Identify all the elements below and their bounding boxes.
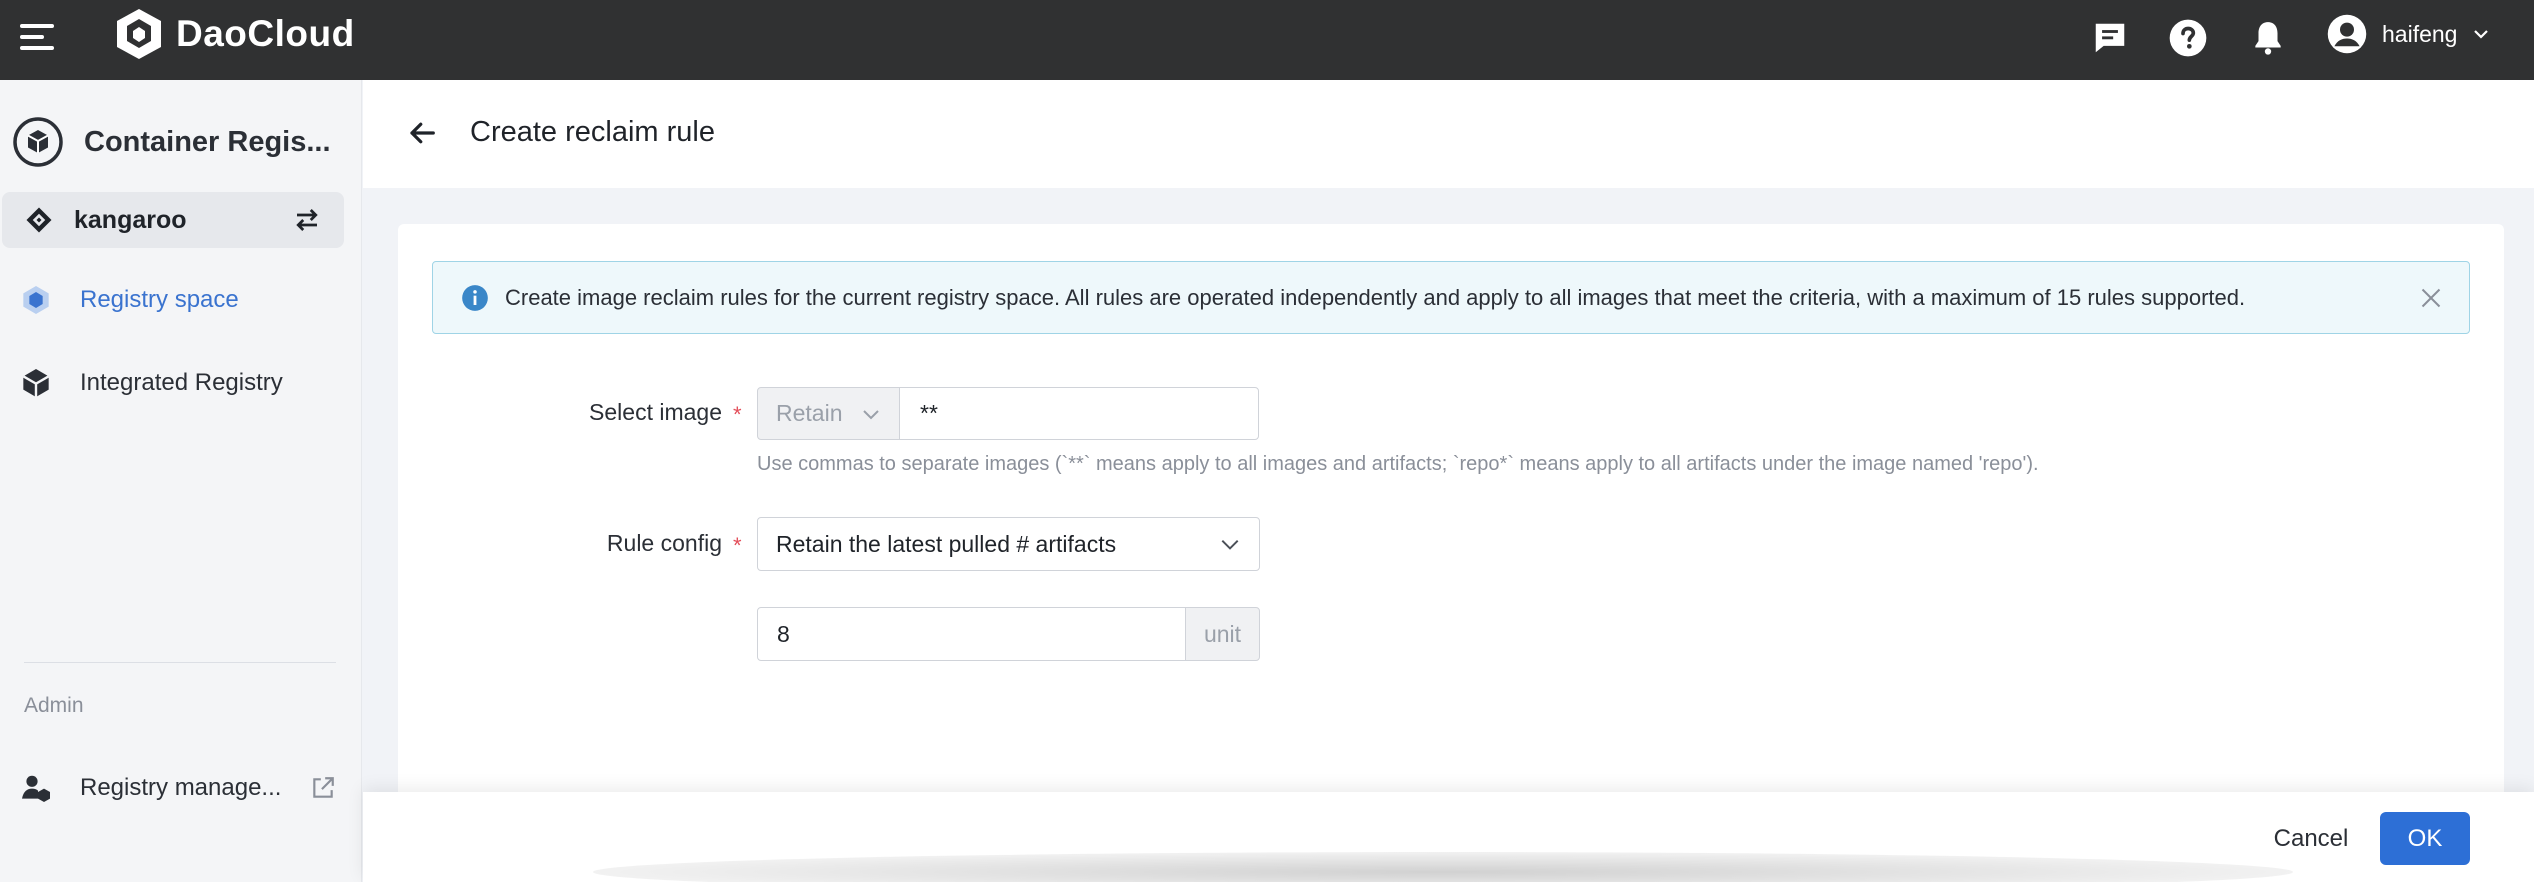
workspace-name: kangaroo bbox=[74, 205, 187, 234]
sidebar-item-label: Integrated Registry bbox=[80, 369, 283, 396]
retain-mode-value: Retain bbox=[776, 400, 843, 426]
ok-button[interactable]: OK bbox=[2380, 812, 2470, 865]
cancel-button[interactable]: Cancel bbox=[2251, 812, 2371, 865]
module-title-text: Container Regis... bbox=[84, 125, 331, 158]
registry-space-icon bbox=[23, 286, 49, 314]
footer-shadow bbox=[593, 852, 2293, 882]
chevron-down-icon bbox=[2474, 30, 2489, 39]
footer-bar: Cancel OK bbox=[363, 792, 2534, 882]
workspace-icon bbox=[26, 207, 52, 233]
avatar-icon bbox=[2327, 14, 2367, 54]
page-header: Create reclaim rule bbox=[363, 80, 2534, 188]
sidebar-divider bbox=[24, 662, 336, 663]
brand-name: DaoCloud bbox=[176, 13, 355, 54]
sidebar-item-label: Registry manage... bbox=[80, 774, 282, 801]
rule-config-value: Retain the latest pulled # artifacts bbox=[776, 530, 1117, 557]
page-title: Create reclaim rule bbox=[470, 116, 715, 148]
rule-config-label: Rule config bbox=[606, 530, 722, 556]
info-alert: Create image reclaim rules for the curre… bbox=[432, 261, 2470, 334]
count-unit-addon: unit bbox=[1185, 607, 1260, 661]
switch-icon[interactable] bbox=[292, 205, 322, 235]
user-menu[interactable]: haifeng bbox=[2326, 12, 2491, 56]
chevron-down-icon bbox=[1221, 539, 1239, 550]
chevron-down-icon bbox=[863, 409, 879, 419]
required-mark: * bbox=[733, 533, 742, 558]
required-mark: * bbox=[733, 402, 742, 427]
close-icon[interactable] bbox=[2419, 286, 2443, 310]
help-icon[interactable] bbox=[2166, 16, 2210, 60]
sidebar-item-label: Registry space bbox=[80, 286, 239, 313]
form-card: Create image reclaim rules for the curre… bbox=[398, 224, 2504, 844]
message-icon[interactable] bbox=[2088, 16, 2132, 60]
sidebar-item-integrated-registry[interactable]: Integrated Registry bbox=[20, 355, 340, 411]
rule-config-select[interactable]: Retain the latest pulled # artifacts bbox=[757, 517, 1260, 571]
external-link-icon bbox=[313, 777, 334, 798]
image-pattern-input[interactable] bbox=[899, 387, 1259, 440]
workspace-selector[interactable]: kangaroo bbox=[2, 192, 344, 248]
sidebar-item-registry-space[interactable]: Registry space bbox=[20, 272, 340, 328]
container-registry-icon bbox=[13, 117, 63, 167]
retain-mode-select[interactable]: Retain bbox=[757, 387, 900, 440]
count-input[interactable] bbox=[757, 607, 1186, 661]
module-title: Container Regis... bbox=[12, 114, 331, 170]
sidebar: Container Regis... kangaroo Registry spa… bbox=[0, 80, 362, 882]
user-name: haifeng bbox=[2382, 20, 2458, 47]
integrated-registry-icon bbox=[22, 369, 50, 397]
select-image-hint: Use commas to separate images (`**` mean… bbox=[757, 453, 2039, 475]
admin-section-label: Admin bbox=[24, 694, 84, 717]
back-arrow-icon[interactable] bbox=[407, 118, 437, 148]
sidebar-item-registry-management[interactable]: Registry manage... bbox=[20, 760, 336, 816]
admin-user-icon bbox=[22, 775, 50, 802]
select-image-label: Select image bbox=[589, 399, 722, 425]
daocloud-logo-icon bbox=[117, 9, 161, 59]
top-bar: DaoCloud haifeng bbox=[0, 0, 2534, 80]
menu-icon[interactable] bbox=[20, 22, 54, 52]
notification-bell-icon[interactable] bbox=[2246, 16, 2290, 60]
brand-logo[interactable]: DaoCloud bbox=[114, 6, 355, 62]
info-icon bbox=[462, 284, 488, 311]
alert-text: Create image reclaim rules for the curre… bbox=[505, 284, 2246, 310]
